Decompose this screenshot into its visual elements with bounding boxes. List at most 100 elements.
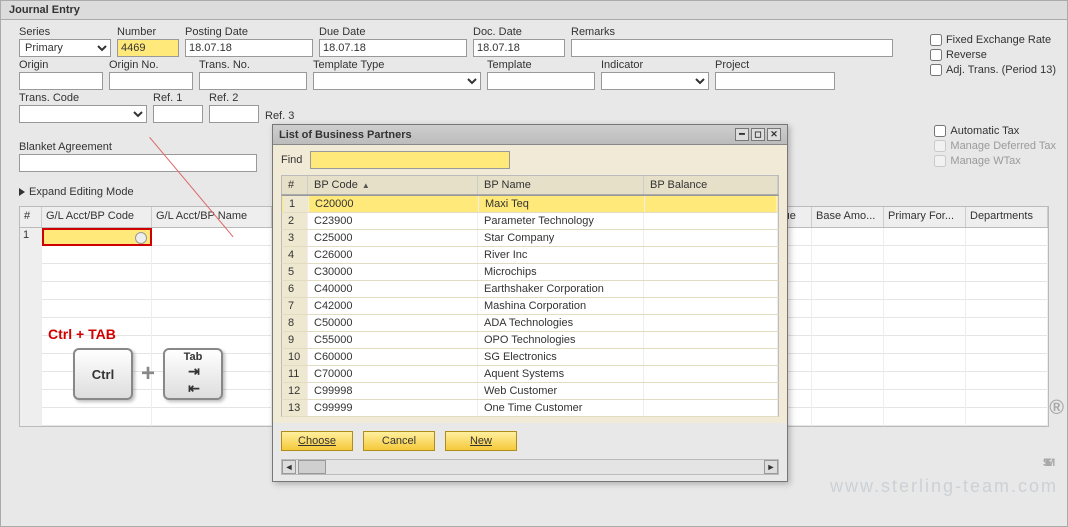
- minimize-icon[interactable]: ━: [735, 128, 749, 141]
- bp-row[interactable]: 3C25000Star Company: [281, 230, 779, 247]
- right-options: Fixed Exchange Rate Reverse Adj. Trans. …: [930, 34, 1056, 78]
- bp-row[interactable]: 10C60000SG Electronics: [281, 349, 779, 366]
- origin-label: Origin: [19, 59, 103, 71]
- col-baseamo[interactable]: Base Amo...: [812, 207, 884, 227]
- dialog-titlebar[interactable]: List of Business Partners ━ ◻ ✕: [273, 125, 787, 145]
- adj-trans-check[interactable]: Adj. Trans. (Period 13): [930, 64, 1056, 76]
- bp-row-num: 11: [282, 366, 308, 382]
- fixed-exchange-check[interactable]: Fixed Exchange Rate: [930, 34, 1056, 46]
- picker-icon[interactable]: [135, 232, 147, 244]
- bp-row[interactable]: 2C23900Parameter Technology: [281, 213, 779, 230]
- expand-label: Expand Editing Mode: [29, 186, 134, 198]
- bp-row-balance: [644, 264, 778, 280]
- bp-col-code[interactable]: BP Code: [308, 176, 478, 194]
- ref1-label: Ref. 1: [153, 92, 203, 104]
- bp-row-num: 2: [282, 213, 308, 229]
- bp-row[interactable]: 11C70000Aquent Systems: [281, 366, 779, 383]
- trans-code-label: Trans. Code: [19, 92, 147, 104]
- origin-no-label: Origin No.: [109, 59, 193, 71]
- bp-row-balance: [644, 349, 778, 365]
- template-input[interactable]: [487, 72, 595, 90]
- col-num[interactable]: #: [20, 207, 42, 227]
- trans-no-input[interactable]: [199, 72, 307, 90]
- close-icon[interactable]: ✕: [767, 128, 781, 141]
- bp-row-code: C30000: [308, 264, 478, 280]
- bp-row-code: C60000: [308, 349, 478, 365]
- find-input[interactable]: [310, 151, 510, 169]
- bp-row-name: Star Company: [478, 230, 644, 246]
- origin-no-input[interactable]: [109, 72, 193, 90]
- cancel-button[interactable]: Cancel: [363, 431, 435, 451]
- bp-row[interactable]: 9C55000OPO Technologies: [281, 332, 779, 349]
- ref1-input[interactable]: [153, 105, 203, 123]
- bp-row-num: 10: [282, 349, 308, 365]
- maximize-icon[interactable]: ◻: [751, 128, 765, 141]
- new-button[interactable]: New: [445, 431, 517, 451]
- bp-row-name: ADA Technologies: [478, 315, 644, 331]
- bp-row[interactable]: 6C40000Earthshaker Corporation: [281, 281, 779, 298]
- bp-row[interactable]: 4C26000River Inc: [281, 247, 779, 264]
- bp-row-num: 7: [282, 298, 308, 314]
- posting-date-input[interactable]: 18.07.18: [185, 39, 313, 57]
- number-input[interactable]: 4469: [117, 39, 179, 57]
- dialog-scrollbar[interactable]: ◄ ►: [281, 459, 779, 475]
- template-type-select[interactable]: [313, 72, 481, 90]
- bp-row-code: C40000: [308, 281, 478, 297]
- choose-button[interactable]: Choose: [281, 431, 353, 451]
- expand-arrow-icon: [19, 188, 25, 196]
- doc-date-label: Doc. Date: [473, 26, 565, 38]
- trans-code-select[interactable]: [19, 105, 147, 123]
- col-primary[interactable]: Primary For...: [884, 207, 966, 227]
- col-glname[interactable]: G/L Acct/BP Name: [152, 207, 272, 227]
- posting-date-label: Posting Date: [185, 26, 313, 38]
- bp-row-name: SG Electronics: [478, 349, 644, 365]
- project-input[interactable]: [715, 72, 835, 90]
- trans-no-label: Trans. No.: [199, 59, 307, 71]
- col-dept[interactable]: Departments: [966, 207, 1048, 227]
- bp-row-balance: [644, 298, 778, 314]
- bp-row[interactable]: 8C50000ADA Technologies: [281, 315, 779, 332]
- ref2-input[interactable]: [209, 105, 259, 123]
- bp-list-dialog: List of Business Partners ━ ◻ ✕ Find # B…: [272, 124, 788, 482]
- glcode-cell[interactable]: [42, 228, 152, 246]
- bp-row[interactable]: 5C30000Microchips: [281, 264, 779, 281]
- indicator-select[interactable]: [601, 72, 709, 90]
- glname-cell[interactable]: [152, 228, 272, 246]
- bp-col-name[interactable]: BP Name: [478, 176, 644, 194]
- scroll-left-icon[interactable]: ◄: [282, 460, 296, 474]
- remarks-label: Remarks: [571, 26, 893, 38]
- bp-col-num[interactable]: #: [282, 176, 308, 194]
- bp-row-code: C99999: [308, 400, 478, 416]
- bp-row-name: Web Customer: [478, 383, 644, 399]
- reverse-check[interactable]: Reverse: [930, 49, 1056, 61]
- blanket-input[interactable]: [19, 154, 257, 172]
- bp-row-name: Parameter Technology: [478, 213, 644, 229]
- bp-row-name: Mashina Corporation: [478, 298, 644, 314]
- project-label: Project: [715, 59, 835, 71]
- doc-date-input[interactable]: 18.07.18: [473, 39, 565, 57]
- number-label: Number: [117, 26, 179, 38]
- remarks-input[interactable]: [571, 39, 893, 57]
- bp-row-num: 3: [282, 230, 308, 246]
- scroll-right-icon[interactable]: ►: [764, 460, 778, 474]
- plus-icon: +: [141, 360, 155, 388]
- bp-row[interactable]: 13C99999One Time Customer: [281, 400, 779, 417]
- series-select[interactable]: Primary: [19, 39, 111, 57]
- origin-input[interactable]: [19, 72, 103, 90]
- bp-row-name: OPO Technologies: [478, 332, 644, 348]
- bp-row-num: 1: [283, 196, 309, 212]
- bp-row[interactable]: 7C42000Mashina Corporation: [281, 298, 779, 315]
- bp-row-code: C25000: [308, 230, 478, 246]
- col-glcode[interactable]: G/L Acct/BP Code: [42, 207, 152, 227]
- bp-row-num: 13: [282, 400, 308, 416]
- bp-row-code: C26000: [308, 247, 478, 263]
- bp-row[interactable]: 12C99998Web Customer: [281, 383, 779, 400]
- bp-col-balance[interactable]: BP Balance: [644, 176, 778, 194]
- bp-row-code: C99998: [308, 383, 478, 399]
- ctrl-key-icon: Ctrl: [73, 348, 133, 400]
- scroll-thumb[interactable]: [298, 460, 326, 474]
- due-date-input[interactable]: 18.07.18: [319, 39, 467, 57]
- automatic-tax-check[interactable]: Automatic Tax: [934, 125, 1056, 137]
- bp-row[interactable]: 1C20000Maxi Teq: [281, 195, 779, 213]
- bp-row-code: C42000: [308, 298, 478, 314]
